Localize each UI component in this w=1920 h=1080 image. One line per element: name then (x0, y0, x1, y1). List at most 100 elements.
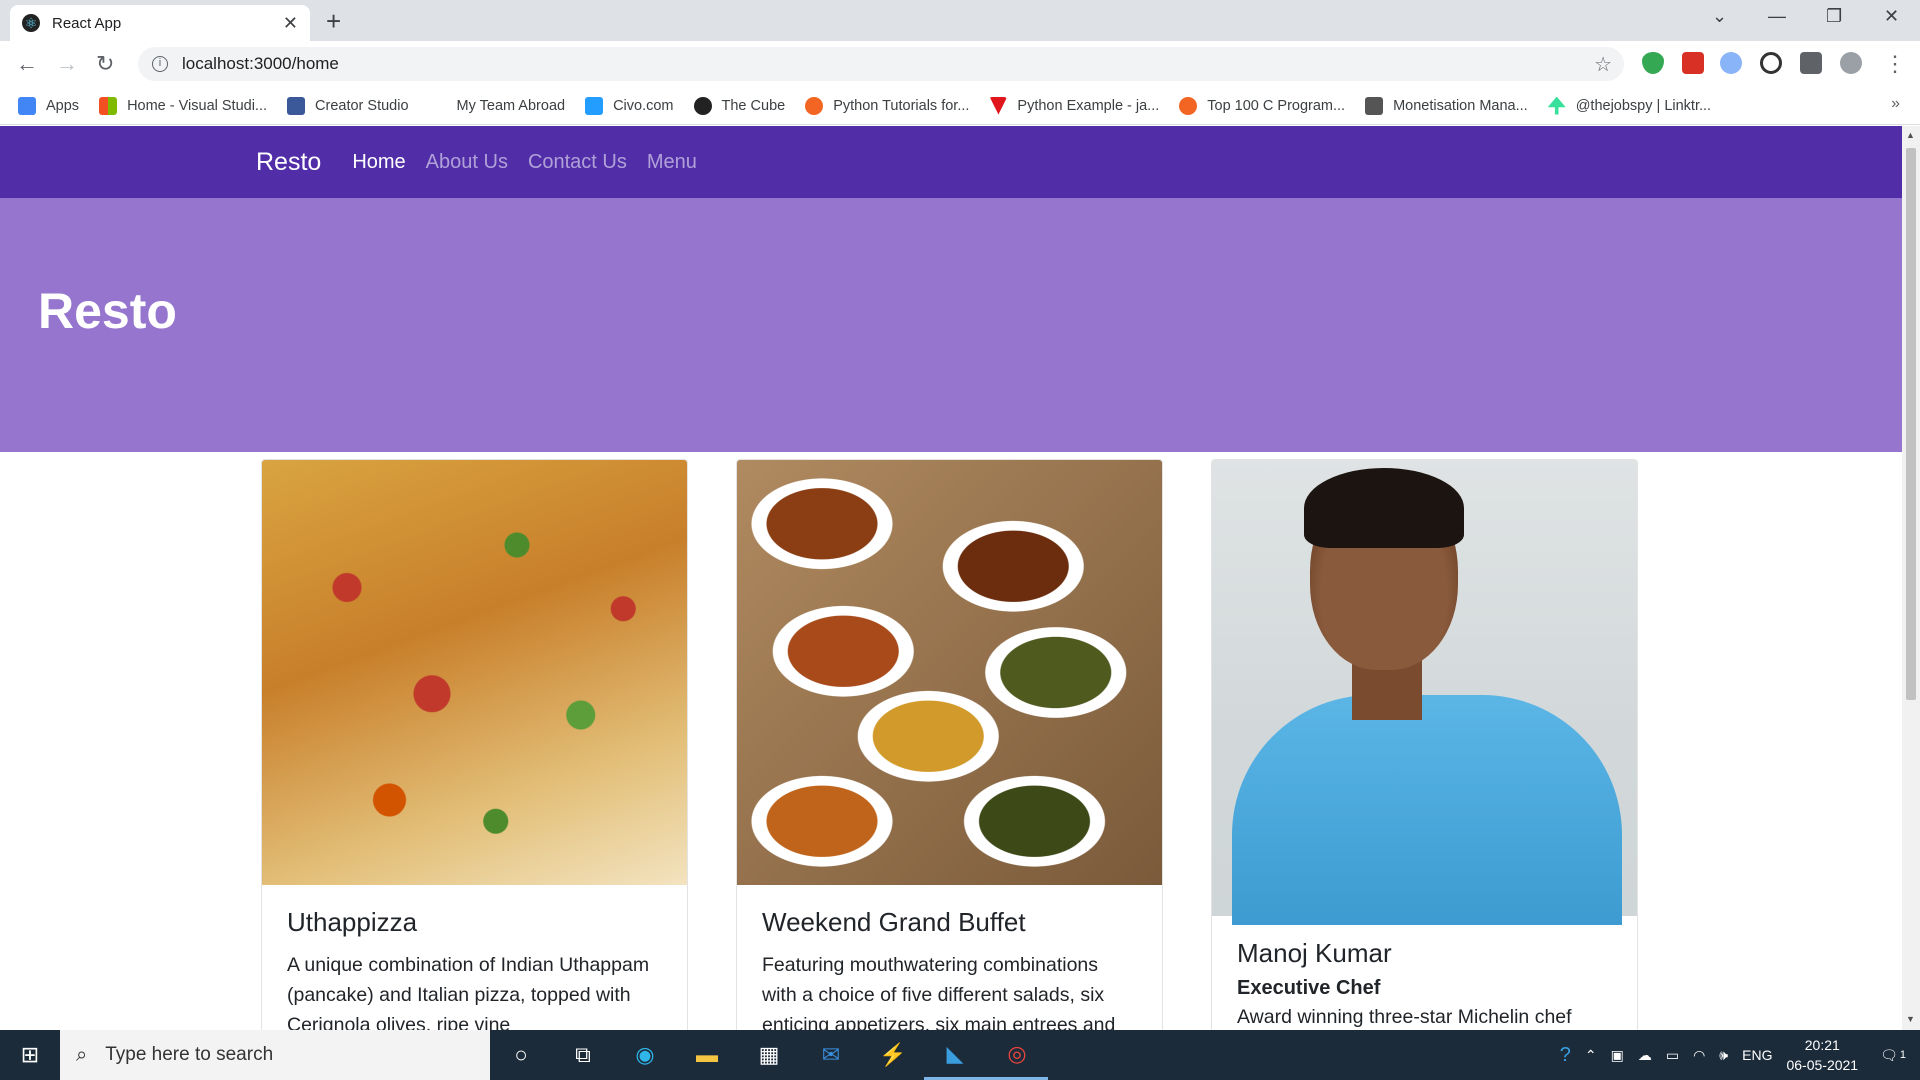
leader-card[interactable]: Manoj Kumar Executive Chef Award winning… (1211, 459, 1638, 1030)
promotion-card[interactable]: Weekend Grand Buffet Featuring mouthwate… (736, 459, 1163, 1030)
bookmark-item[interactable]: Python Tutorials for... (805, 96, 969, 115)
hero-jumbotron: Resto (0, 198, 1902, 452)
card-body: Manoj Kumar Executive Chef Award winning… (1212, 916, 1637, 1030)
nav-link-contact[interactable]: Contact Us (528, 151, 627, 174)
close-tab-icon[interactable]: ✕ (283, 13, 298, 34)
site-navbar: Resto Home About Us Contact Us Menu (0, 126, 1902, 198)
nav-link-about[interactable]: About Us (426, 151, 508, 174)
blank-page-icon (428, 96, 447, 115)
url-text[interactable]: localhost:3000/home (182, 54, 339, 74)
chrome-icon[interactable]: ◎ (986, 1030, 1048, 1080)
notification-center-icon[interactable]: 🗨 (1880, 1047, 1898, 1064)
show-hidden-icons-chevron-icon[interactable]: ⌃ (1585, 1047, 1597, 1064)
clock-date: 06-05-2021 (1786, 1057, 1859, 1073)
python-example-icon (989, 96, 1008, 115)
nav-link-home[interactable]: Home (352, 151, 405, 174)
chef-shirt (1232, 695, 1622, 925)
tab-strip: ⚛ React App ✕ + ⌄ — ❐ ✕ (0, 0, 1920, 41)
linktree-icon (1547, 96, 1566, 115)
chef-photo (1212, 460, 1637, 925)
bookmark-item[interactable]: Monetisation Mana... (1365, 96, 1528, 115)
onedrive-cloud-icon[interactable]: ☁ (1638, 1047, 1652, 1064)
python-tutorials-icon (805, 96, 824, 115)
battery-icon[interactable]: ▭ (1666, 1047, 1679, 1064)
restore-button[interactable]: ❐ (1826, 6, 1842, 27)
menu-kebab-icon[interactable]: ⋮ (1884, 51, 1906, 77)
cortana-icon[interactable]: ○ (490, 1030, 552, 1080)
system-tray: ? ⌃ ▣ ☁ ▭ ◠ 🕪 ENG 20:21 06-05-2021 🗨 1 (1560, 1030, 1920, 1080)
profile-avatar[interactable] (1840, 52, 1862, 74)
c-program-icon (1179, 96, 1198, 115)
bookmark-item[interactable]: My Team Abroad (428, 96, 565, 115)
clock-time: 20:21 (1804, 1037, 1840, 1053)
bookmark-star-icon[interactable]: ☆ (1594, 52, 1612, 77)
task-view-icon[interactable]: ⧉ (552, 1030, 614, 1080)
hero-title: Resto (38, 283, 177, 339)
wifi-icon[interactable]: ◠ (1693, 1047, 1705, 1064)
bookmark-item[interactable]: Apps (18, 96, 79, 115)
nav-link-menu[interactable]: Menu (647, 151, 697, 174)
card-title: Manoj Kumar (1237, 938, 1392, 968)
card-title: Uthappizza (287, 907, 418, 937)
site-info-icon[interactable]: i (152, 56, 168, 72)
device-icon[interactable]: ▣ (1611, 1047, 1624, 1064)
civo-icon (585, 96, 604, 115)
edge-icon[interactable]: ◉ (614, 1030, 676, 1080)
store-icon[interactable]: ▦ (738, 1030, 800, 1080)
browser-tab[interactable]: ⚛ React App ✕ (10, 5, 310, 41)
extension-icon[interactable] (1760, 52, 1782, 74)
back-icon[interactable]: ← (16, 51, 38, 77)
windows-start-icon[interactable]: ⊞ (0, 1030, 60, 1080)
scroll-down-arrow-icon[interactable]: ▼ (1906, 1014, 1915, 1024)
bookmarks-bar: Apps Home - Visual Studi... Creator Stud… (0, 87, 1920, 125)
chef-hair (1304, 468, 1464, 548)
taskbar-clock[interactable]: 20:21 06-05-2021 (1786, 1035, 1858, 1075)
bookmark-item[interactable]: Home - Visual Studi... (99, 96, 267, 115)
extension-icon[interactable] (1720, 52, 1742, 74)
bookmark-item[interactable]: @thejobspy | Linktr... (1547, 96, 1711, 115)
volume-icon[interactable]: 🕪 (1719, 1047, 1728, 1064)
creator-studio-icon (287, 96, 306, 115)
puzzle-extensions-icon[interactable] (1800, 52, 1822, 74)
help-icon[interactable]: ? (1560, 1044, 1571, 1067)
scroll-up-arrow-icon[interactable]: ▲ (1906, 130, 1915, 140)
card-text: A unique combination of Indian Uthappam … (287, 954, 650, 1030)
close-window-button[interactable]: ✕ (1884, 6, 1899, 27)
scrollbar-thumb[interactable] (1906, 148, 1916, 700)
taskbar-search-box[interactable]: ⌕ Type here to search (60, 1030, 490, 1080)
pizza-image (262, 460, 687, 885)
bookmark-item[interactable]: Top 100 C Program... (1179, 96, 1345, 115)
page-scrollbar[interactable]: ▲ ▼ (1902, 126, 1920, 1030)
buffet-image (737, 460, 1162, 885)
tab-search-icon[interactable]: ⌄ (1712, 6, 1727, 27)
minimize-button[interactable]: — (1768, 6, 1786, 27)
navbar-brand[interactable]: Resto (256, 148, 321, 177)
bookmark-item[interactable]: The Cube (693, 96, 785, 115)
new-tab-button[interactable]: + (326, 6, 341, 37)
page-viewport: Resto Home About Us Contact Us Menu Rest… (0, 126, 1902, 1030)
more-bookmarks-icon[interactable]: » (1891, 95, 1900, 113)
card-body: Uthappizza A unique combination of India… (262, 885, 687, 1030)
bookmark-item[interactable]: Python Example - ja... (989, 96, 1159, 115)
apps-grid-icon (18, 96, 36, 115)
dish-card[interactable]: Uthappizza A unique combination of India… (261, 459, 688, 1030)
extension-icon[interactable] (1682, 52, 1704, 74)
address-bar[interactable]: i localhost:3000/home ☆ (138, 47, 1624, 81)
search-icon: ⌕ (76, 1043, 88, 1066)
forward-icon[interactable]: → (56, 51, 78, 77)
vscode-icon[interactable]: ◣ (924, 1030, 986, 1080)
taskbar-search-placeholder: Type here to search (105, 1044, 274, 1065)
bookmark-item[interactable]: Civo.com (585, 96, 674, 115)
reload-icon[interactable]: ↻ (96, 51, 114, 77)
monetisation-icon (1365, 96, 1384, 115)
mail-icon[interactable]: ✉ (800, 1030, 862, 1080)
app-icon[interactable]: ⚡ (862, 1030, 924, 1080)
file-explorer-icon[interactable]: ▬ (676, 1030, 738, 1080)
windows-taskbar: ⊞ ⌕ Type here to search ○ ⧉ ◉ ▬ ▦ ✉ ⚡ ◣ … (0, 1030, 1920, 1080)
shield-extension-icon[interactable] (1642, 52, 1664, 74)
language-indicator[interactable]: ENG (1742, 1047, 1772, 1063)
card-subtitle: Executive Chef (1237, 977, 1381, 999)
bookmark-item[interactable]: Creator Studio (287, 96, 409, 115)
card-body: Weekend Grand Buffet Featuring mouthwate… (737, 885, 1162, 1030)
card-text: Award winning three-star Michelin chef (1237, 1006, 1572, 1028)
